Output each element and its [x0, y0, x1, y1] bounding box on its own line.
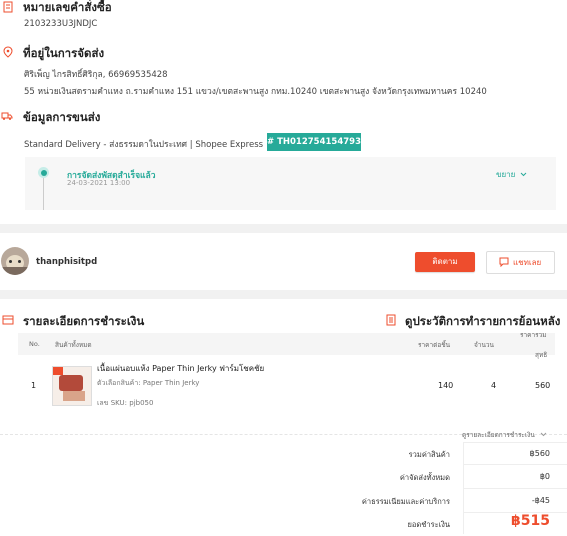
tracking-number-badge[interactable]: # TH012754154793	[267, 133, 361, 151]
row-no: 1	[31, 381, 37, 390]
summary-row-total: ยอดชำระเงิน ฿515	[0, 513, 567, 536]
summary-row-products: รวมค่าสินค้า ฿560	[0, 446, 567, 468]
expand-button[interactable]: ขยาย	[496, 168, 527, 181]
address-title: ที่อยู่ในการจัดส่ง	[23, 46, 105, 60]
product-variation: ตัวเลือกสินค้า: Paper Thin Jerky	[97, 379, 200, 387]
header-subtotal-line1: ราคารวม	[520, 331, 547, 339]
delivery-timestamp: 24-03-2021 13:00	[67, 179, 131, 187]
location-pin-icon	[3, 46, 13, 58]
unit-price: 140	[438, 381, 454, 390]
payment-icon	[2, 315, 14, 325]
summary-value: ฿560	[529, 449, 550, 458]
section-separator	[0, 224, 567, 233]
recipient-name-phone: ศิริเพ็ญ ไกรสิทธิ์ศิริกุล, 66969535428	[24, 70, 168, 80]
address-line: 55 หน่วยเงินสดรามคำแหง ถ.รามคำแหง 151 แข…	[24, 87, 487, 97]
table-row[interactable]: 1 เนื้อแผ่นอบแห้ง Paper Thin Jerky ฟาร์ม…	[0, 355, 567, 417]
total-value: ฿515	[511, 513, 550, 529]
document-icon	[3, 1, 13, 13]
chevron-down-icon	[540, 432, 547, 437]
quantity: 4	[491, 381, 497, 390]
shipping-title: ข้อมูลการขนส่ง	[23, 110, 101, 124]
carrier-info: Standard Delivery - ส่งธรรมดาในประเทศ | …	[24, 140, 264, 150]
order-number-value: 2103233U3JNDJC	[24, 19, 98, 29]
summary-row-shipping: ค่าจัดส่งทั้งหมด ฿0	[0, 469, 567, 491]
chat-label: แชทเลย	[513, 258, 542, 267]
header-qty: จำนวน	[474, 341, 494, 349]
summary-hline-1	[463, 442, 567, 443]
chat-button[interactable]: แชทเลย	[486, 251, 555, 274]
chat-icon	[499, 257, 509, 267]
summary-label: รวมค่าสินค้า	[408, 450, 450, 459]
header-unit-price: ราคาต่อชิ้น	[418, 341, 451, 349]
summary-value: -฿45	[531, 496, 550, 505]
summary-row-fees: ค่าธรรมเนียมและค่าบริการ -฿45	[0, 493, 567, 515]
header-no: No.	[29, 340, 40, 348]
subtotal: 560	[535, 381, 551, 390]
summary-label: ค่าธรรมเนียมและค่าบริการ	[361, 497, 450, 506]
header-product: สินค้าทั้งหมด	[55, 341, 92, 349]
seller-avatar[interactable]	[1, 247, 29, 275]
payment-title: รายละเอียดการชำระเงิน	[23, 314, 145, 328]
product-name[interactable]: เนื้อแผ่นอบแห้ง Paper Thin Jerky ฟาร์มโช…	[97, 362, 264, 375]
summary-value: ฿0	[539, 472, 550, 481]
summary-toggle[interactable]: ดูรายละเอียดการชำระเงิน	[462, 430, 547, 440]
truck-icon	[1, 112, 13, 120]
expand-label: ขยาย	[496, 170, 516, 179]
seller-name[interactable]: thanphisitpd	[36, 257, 97, 267]
history-link[interactable]: ดูประวัติการทำรายการย้อนหลัง	[405, 313, 560, 331]
receipt-icon	[386, 314, 396, 326]
summary-label: ค่าจัดส่งทั้งหมด	[399, 473, 450, 482]
chevron-down-icon	[520, 172, 527, 177]
product-sku: เลข SKU: pjb050	[97, 399, 154, 407]
section-separator-2	[0, 290, 567, 299]
product-thumbnail[interactable]	[52, 366, 92, 406]
timeline-dot	[40, 169, 47, 176]
timeline-line	[43, 174, 44, 210]
summary-toggle-label: ดูรายละเอียดการชำระเงิน	[462, 431, 535, 439]
total-label: ยอดชำระเงิน	[407, 520, 450, 529]
follow-button[interactable]: ติดตาม	[415, 252, 475, 272]
order-number-title: หมายเลขคำสั่งซื้อ	[23, 0, 112, 14]
